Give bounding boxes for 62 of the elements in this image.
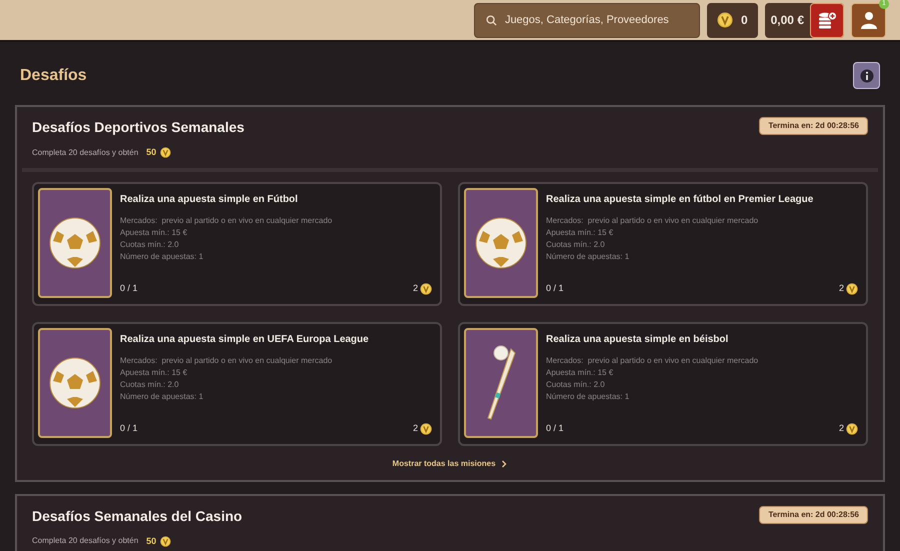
challenge-card[interactable]: Realiza una apuesta simple en Fútbol Mercados: previo al partido o en vivo en cualquier mercado Apuesta mín.: 15 € Cuotas mín.: 2.0 Número de apuestas: 1 0 / 1 2: [32, 182, 442, 306]
soccer-ball-icon: [475, 216, 527, 268]
progress-text: 0 / 1: [546, 282, 564, 295]
challenge-title: Realiza una apuesta simple en béisbol: [546, 332, 730, 346]
user-icon: [860, 11, 878, 29]
deposit-button[interactable]: [810, 2, 844, 38]
search-field[interactable]: Juegos, Categorías, Proveedores: [474, 2, 700, 38]
challenge-detail: Número de apuestas: 1: [546, 250, 630, 262]
page-title: Desafíos: [20, 66, 87, 86]
reward-amount: 2: [412, 282, 418, 295]
challenge-card[interactable]: Realiza una apuesta simple en fútbol en Premier League Mercados: previo al partido o en vivo en cualquier mercado Apuesta mín.: 15 € Cuotas mín.: 2.0 Número de apuestas: 1 0 / 1 2: [458, 182, 868, 306]
challenge-detail: Cuotas mín.: 2.0: [546, 378, 606, 390]
challenge-detail: Cuotas mín.: 2.0: [120, 378, 180, 390]
soccer-ball-icon: [49, 216, 101, 268]
challenge-card[interactable]: Realiza una apuesta simple en UEFA Europa League Mercados: previo al partido o en vivo en cualquier mercado Apuesta mín.: 15 € Cuotas mín.: 2.0 Número de apuestas: 1 0 / 1 2: [32, 322, 442, 446]
challenge-detail: Cuotas mín.: 2.0: [546, 238, 606, 250]
info-button[interactable]: [853, 62, 880, 89]
search-icon: [486, 14, 497, 26]
coin-icon: [160, 536, 172, 547]
challenge-detail: Apuesta mín.: 15 €: [120, 366, 188, 378]
challenge-detail: Cuotas mín.: 2.0: [120, 238, 180, 250]
coin-balance[interactable]: 0: [706, 2, 758, 38]
balance-amount: 0,00 €: [770, 12, 805, 29]
coin-icon: [716, 12, 733, 28]
reward-amount: 2: [838, 422, 844, 435]
challenge-detail: Número de apuestas: 1: [546, 390, 630, 402]
challenge-detail: Apuesta mín.: 15 €: [546, 226, 614, 238]
show-all-missions-link[interactable]: Mostrar todas las misiones: [392, 458, 508, 470]
info-icon: [860, 68, 874, 82]
section-title: Desafíos Semanales del Casino: [32, 506, 242, 526]
coin-icon: [160, 147, 172, 158]
section-reward: 50: [146, 146, 156, 159]
section-subtitle: Completa 20 desafíos y obtén: [32, 535, 138, 548]
challenge-detail: Mercados: previo al partido o en vivo en cualquier mercado: [120, 214, 334, 226]
timer-badge: Termina en: 2d 00:28:56: [759, 506, 868, 524]
soccer-ball-icon: [49, 356, 101, 408]
section-subtitle: Completa 20 desafíos y obtén: [32, 146, 138, 159]
section-reward: 50: [146, 534, 156, 548]
challenge-detail: Apuesta mín.: 15 €: [546, 366, 614, 378]
reward-amount: 2: [412, 422, 418, 435]
coin-icon: [420, 282, 432, 295]
challenge-title: Realiza una apuesta simple en UEFA Europa League: [120, 332, 370, 346]
challenge-title: Realiza una apuesta simple en fútbol en Premier League: [546, 192, 814, 206]
reward-amount: 2: [838, 282, 844, 295]
challenge-title: Realiza una apuesta simple en Fútbol: [120, 192, 299, 206]
challenge-detail: Mercados: previo al partido o en vivo en cualquier mercado: [546, 354, 760, 366]
coin-icon: [846, 422, 858, 435]
coin-stack-icon: [817, 11, 837, 29]
challenge-detail: Apuesta mín.: 15 €: [120, 226, 188, 238]
coin-icon: [420, 422, 432, 435]
progress-text: 0 / 1: [120, 422, 138, 435]
progress-text: 0 / 1: [120, 282, 138, 295]
challenge-detail: Mercados: previo al partido o en vivo en cualquier mercado: [120, 354, 334, 366]
challenge-detail: Mercados: previo al partido o en vivo en cualquier mercado: [546, 214, 760, 226]
timer-badge: Termina en: 2d 00:28:56: [759, 117, 868, 135]
section-title: Desafíos Deportivos Semanales: [32, 118, 244, 137]
challenge-detail: Número de apuestas: 1: [120, 390, 204, 402]
coin-icon: [846, 282, 858, 295]
chevron-right-icon: [500, 460, 508, 468]
progress-text: 0 / 1: [546, 422, 564, 435]
challenge-card[interactable]: Realiza una apuesta simple en béisbol Mercados: previo al partido o en vivo en cualquier mercado Apuesta mín.: 15 € Cuotas mín.: 2.0 Número de apuestas: 1 0 / 1 2: [458, 322, 868, 446]
challenge-detail: Número de apuestas: 1: [120, 250, 204, 262]
